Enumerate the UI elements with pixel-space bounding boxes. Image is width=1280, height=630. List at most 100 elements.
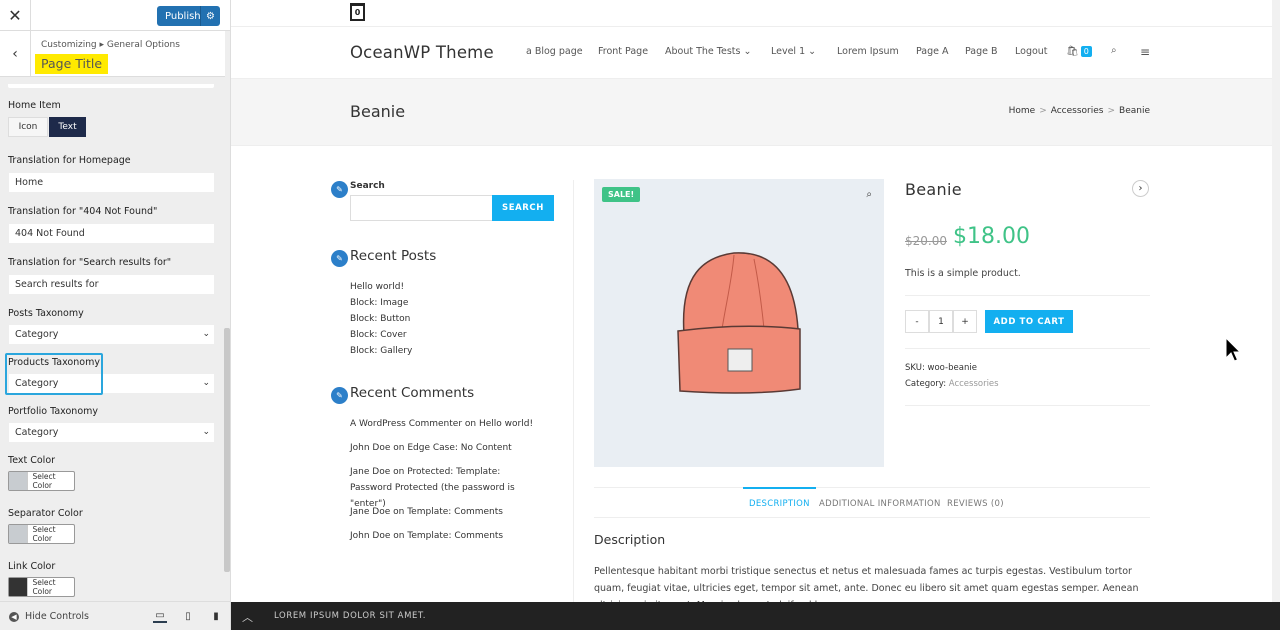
sidebar-search-button[interactable]: SEARCH [492,195,554,221]
chevron-down-icon: ⌄ [202,329,210,339]
section-header: ‹ Customizing ▸ General Options Page Tit… [0,31,225,77]
posts-taxonomy-select[interactable]: Category ⌄ [8,324,215,345]
quantity-plus-button[interactable]: + [953,310,977,333]
comment-post-link[interactable]: Hello world! [479,419,533,429]
comment-author[interactable]: A WordPress Commenter [350,419,462,429]
product-image[interactable]: SALE! ⌕ [594,179,884,467]
nav-item-page-b[interactable]: Page B [965,46,998,57]
comment-author[interactable]: Jane Doe [350,507,390,517]
tab-additional-information[interactable]: ADDITIONAL INFORMATION [819,488,941,519]
chevron-down-icon: ⌄ [808,46,817,57]
home-item-label: Home Item [8,100,61,111]
home-item-icon-button[interactable]: Icon [8,117,48,137]
tab-description[interactable]: DESCRIPTION [743,487,816,518]
category-label: Category: [905,379,947,389]
cart-count-badge: 0 [1080,46,1092,57]
recent-post-link[interactable]: Block: Cover [350,330,407,340]
recent-comments-title: Recent Comments [350,385,475,401]
page-title: Beanie [350,102,406,121]
search-widget-label: Search [350,181,385,191]
nav-level-label: Level 1 [771,46,806,57]
recent-post-link[interactable]: Block: Image [350,298,408,308]
close-icon[interactable]: ✕ [0,0,31,31]
comment-post-link[interactable]: Template: Comments [407,531,503,541]
gear-icon[interactable]: ⚙ [200,6,220,26]
category-link[interactable]: Accessories [949,379,999,389]
edit-pencil-icon[interactable]: ✎ [331,250,348,267]
header-cart[interactable]: 🛍 0 [1066,46,1092,57]
sidebar-search-input[interactable] [350,195,493,221]
tab-reviews[interactable]: REVIEWS (0) [947,488,1004,519]
breadcrumb-home[interactable]: Home [1009,106,1036,116]
hide-controls-button[interactable]: ◀ Hide Controls [9,611,89,622]
comment-author[interactable]: John Doe [350,531,390,541]
homepage-translation-input[interactable]: Home [8,172,215,193]
separator-color-label: Separator Color [8,508,83,519]
site-preview: 0 OceanWP Theme a Blog page Front Page A… [231,0,1280,630]
divider [905,405,1150,406]
quantity-minus-button[interactable]: - [905,310,929,333]
divider [905,348,1150,349]
text-color-swatch[interactable] [9,472,29,490]
chevron-down-icon: ⌄ [202,427,210,437]
separator-color-swatch[interactable] [9,525,29,543]
customizer-panel: ✕ Publish ⚙ ‹ Customizing ▸ General Opti… [0,0,231,630]
edit-pencil-icon[interactable]: ✎ [331,387,348,404]
comment-post-link[interactable]: Template: Comments [407,507,503,517]
nav-item-level-1[interactable]: Level 1 ⌄ [771,46,816,57]
recent-comment: A WordPress Commenter on Hello world! [350,416,540,432]
nav-item-lorem[interactable]: Lorem Ipsum [837,46,899,57]
customizer-scrollbar[interactable] [224,328,230,572]
desktop-preview-icon[interactable]: ▭ [153,609,167,623]
site-header: OceanWP Theme a Blog page Front Page Abo… [231,27,1280,79]
nav-item-logout[interactable]: Logout [1015,46,1048,57]
comment-author[interactable]: Jane Doe [350,467,390,477]
breadcrumb-accessories[interactable]: Accessories [1051,106,1104,116]
mouse-cursor-icon [1225,337,1241,362]
next-product-icon[interactable]: › [1132,180,1149,197]
portfolio-taxonomy-select[interactable]: Category ⌄ [8,422,215,443]
comment-author[interactable]: John Doe [350,443,390,453]
comment-post-link[interactable]: Edge Case: No Content [407,443,511,453]
site-logo[interactable]: OceanWP Theme [350,43,494,62]
select-color-label[interactable]: Select Color [28,578,74,596]
select-color-label[interactable]: Select Color [28,472,74,490]
add-to-cart-button[interactable]: ADD TO CART [985,310,1073,333]
nav-item-blog[interactable]: a Blog page [526,46,583,57]
publish-label[interactable]: Publish [157,11,201,22]
field-label-404: Translation for "404 Not Found" [8,206,158,217]
product-name: Beanie [905,180,962,199]
nav-item-front-page[interactable]: Front Page [598,46,648,57]
comment-on: on [393,531,405,541]
sidebar-divider [573,180,574,610]
recent-post-link[interactable]: Hello world! [350,282,404,292]
quantity-input[interactable]: 1 [929,310,953,333]
tablet-preview-icon[interactable]: ▯ [181,609,195,623]
nav-item-page-a[interactable]: Page A [916,46,949,57]
hide-controls-label: Hide Controls [25,611,89,622]
mobile-preview-icon[interactable]: ▮ [209,609,223,623]
hamburger-menu-icon[interactable]: ≡ [1140,45,1150,59]
separator-color-picker[interactable]: Select Color [8,524,75,544]
home-item-text-button[interactable]: Text [49,117,86,137]
link-color-picker[interactable]: Select Color [8,577,75,597]
collapse-icon: ◀ [9,611,19,622]
publish-button[interactable]: Publish ⚙ [157,6,220,26]
portfolio-taxonomy-label: Portfolio Taxonomy [8,406,99,417]
edit-pencil-icon[interactable]: ✎ [331,181,348,198]
search-icon[interactable]: ⌕ [1111,45,1117,56]
search-translation-input[interactable]: Search results for [8,274,215,295]
recent-post-link[interactable]: Block: Button [350,314,410,324]
back-arrow-icon[interactable]: ‹ [0,31,31,77]
nav-item-about[interactable]: About The Tests ⌄ [665,46,751,57]
link-color-swatch[interactable] [9,578,29,596]
page-header: Beanie Home > Accessories > Beanie [231,79,1280,146]
text-color-picker[interactable]: Select Color [8,471,75,491]
preview-scrollbar[interactable] [1272,0,1280,602]
chevron-up-icon[interactable]: ︿ [242,609,254,625]
mini-cart-icon[interactable]: 0 [350,3,365,21]
404-translation-input[interactable]: 404 Not Found [8,223,215,244]
top-bar: 0 [231,0,1280,27]
recent-post-link[interactable]: Block: Gallery [350,346,412,356]
select-color-label[interactable]: Select Color [28,525,74,543]
